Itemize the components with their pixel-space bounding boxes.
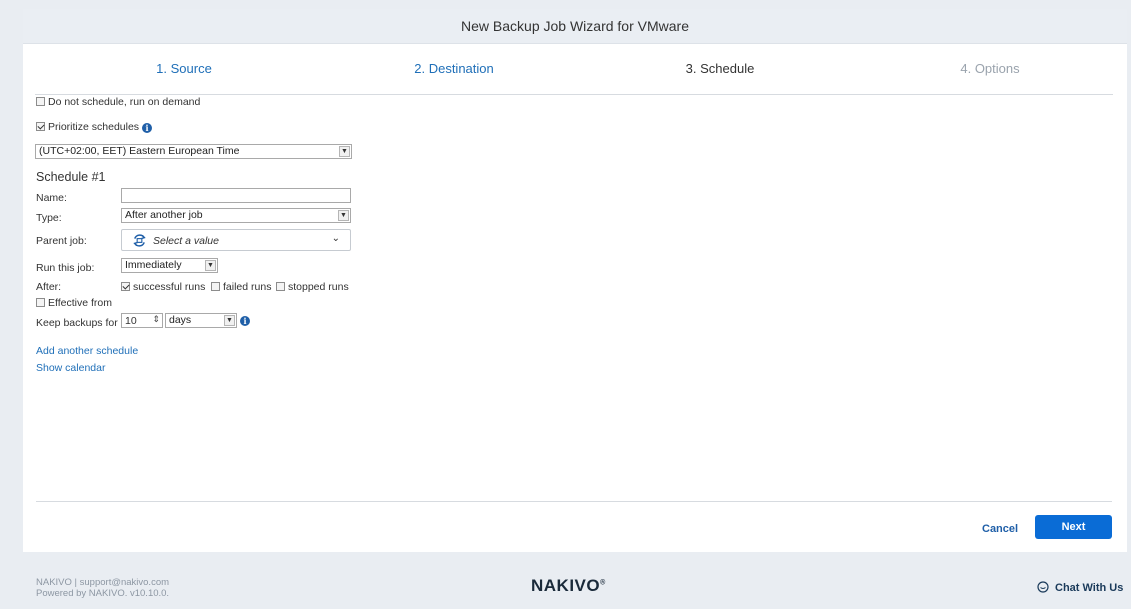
timezone-value: (UTC+02:00, EET) Eastern European Time — [39, 145, 240, 157]
keep-backups-value: 10 — [125, 315, 137, 327]
keep-backups-stepper[interactable]: 10 ⇕ — [121, 313, 163, 328]
info-icon[interactable]: i — [141, 123, 152, 133]
chevron-down-icon: ▼ — [224, 315, 235, 326]
timezone-select[interactable]: (UTC+02:00, EET) Eastern European Time ▼ — [35, 144, 352, 159]
keep-unit-value: days — [169, 314, 192, 326]
footer-support: NAKIVO | support@nakivo.com — [36, 577, 170, 588]
successful-runs-label: successful runs — [133, 281, 206, 293]
chat-with-us-button[interactable]: Chat With Us — [1037, 581, 1123, 594]
wizard-title: New Backup Job Wizard for VMware — [23, 9, 1127, 44]
run-this-job-label: Run this job: — [36, 262, 95, 274]
step-destination[interactable]: 2. Destination — [414, 61, 494, 76]
type-select[interactable]: After another job ▼ — [121, 208, 351, 223]
show-calendar-link[interactable]: Show calendar — [36, 362, 105, 374]
after-stopped-option[interactable]: stopped runs — [276, 281, 349, 293]
name-label: Name: — [36, 192, 67, 204]
chevron-down-icon: ▼ — [339, 146, 350, 157]
divider — [36, 501, 1112, 502]
info-icon[interactable]: i — [240, 316, 250, 326]
prioritize-schedules-checkbox[interactable] — [36, 122, 45, 131]
prioritize-schedules-label: Prioritize schedules — [48, 121, 140, 133]
do-not-schedule-option[interactable]: Do not schedule, run on demand — [36, 96, 200, 108]
logo-text: NAKIVO — [531, 576, 601, 595]
stepper-arrows-icon[interactable]: ⇕ — [152, 314, 160, 325]
parent-job-placeholder: Select a value — [153, 235, 219, 247]
stopped-runs-label: stopped runs — [288, 281, 349, 293]
successful-runs-checkbox[interactable] — [121, 282, 130, 291]
logo-mark: ® — [600, 579, 606, 587]
after-successful-option[interactable]: successful runs — [121, 281, 205, 293]
failed-runs-label: failed runs — [223, 281, 272, 293]
chevron-down-icon: ⌄ — [331, 233, 340, 244]
cancel-button[interactable]: Cancel — [982, 520, 1018, 538]
effective-from-checkbox[interactable] — [36, 298, 45, 307]
run-this-job-value: Immediately — [125, 259, 182, 271]
step-schedule[interactable]: 3. Schedule — [686, 61, 755, 76]
footer-info: NAKIVO | support@nakivo.com Powered by N… — [36, 577, 169, 599]
after-label: After: — [36, 281, 62, 293]
run-this-job-select[interactable]: Immediately ▼ — [121, 258, 218, 273]
chat-icon — [1037, 581, 1049, 593]
keep-unit-select[interactable]: days ▼ — [165, 313, 237, 328]
stopped-runs-checkbox[interactable] — [276, 282, 285, 291]
schedule-title: Schedule #1 — [36, 170, 106, 184]
name-field[interactable] — [121, 188, 351, 203]
next-button[interactable]: Next — [1035, 515, 1112, 539]
failed-runs-checkbox[interactable] — [211, 282, 220, 291]
do-not-schedule-label: Do not schedule, run on demand — [48, 96, 201, 108]
keep-backups-label: Keep backups for — [36, 317, 118, 329]
job-icon — [133, 234, 146, 247]
wizard-steps: 1. Source 2. Destination 3. Schedule 4. … — [35, 44, 1113, 95]
chevron-down-icon: ▼ — [338, 210, 349, 221]
do-not-schedule-checkbox[interactable] — [36, 97, 45, 106]
prioritize-schedules-option[interactable]: Prioritize schedules i — [36, 121, 152, 133]
type-value: After another job — [125, 209, 203, 221]
type-label: Type: — [36, 212, 62, 224]
add-another-schedule-link[interactable]: Add another schedule — [36, 345, 138, 357]
footer-version: Powered by NAKIVO. v10.10.0. — [36, 588, 170, 599]
step-options: 4. Options — [960, 61, 1020, 76]
after-failed-option[interactable]: failed runs — [211, 281, 271, 293]
chat-label: Chat With Us — [1055, 582, 1124, 594]
effective-from-option[interactable]: Effective from — [36, 297, 112, 309]
step-source[interactable]: 1. Source — [156, 61, 212, 76]
parent-job-label: Parent job: — [36, 235, 87, 247]
chevron-down-icon: ▼ — [205, 260, 216, 271]
effective-from-label: Effective from — [48, 297, 112, 309]
nakivo-logo: NAKIVO® — [531, 576, 606, 596]
parent-job-select[interactable]: Select a value ⌄ — [121, 229, 351, 251]
